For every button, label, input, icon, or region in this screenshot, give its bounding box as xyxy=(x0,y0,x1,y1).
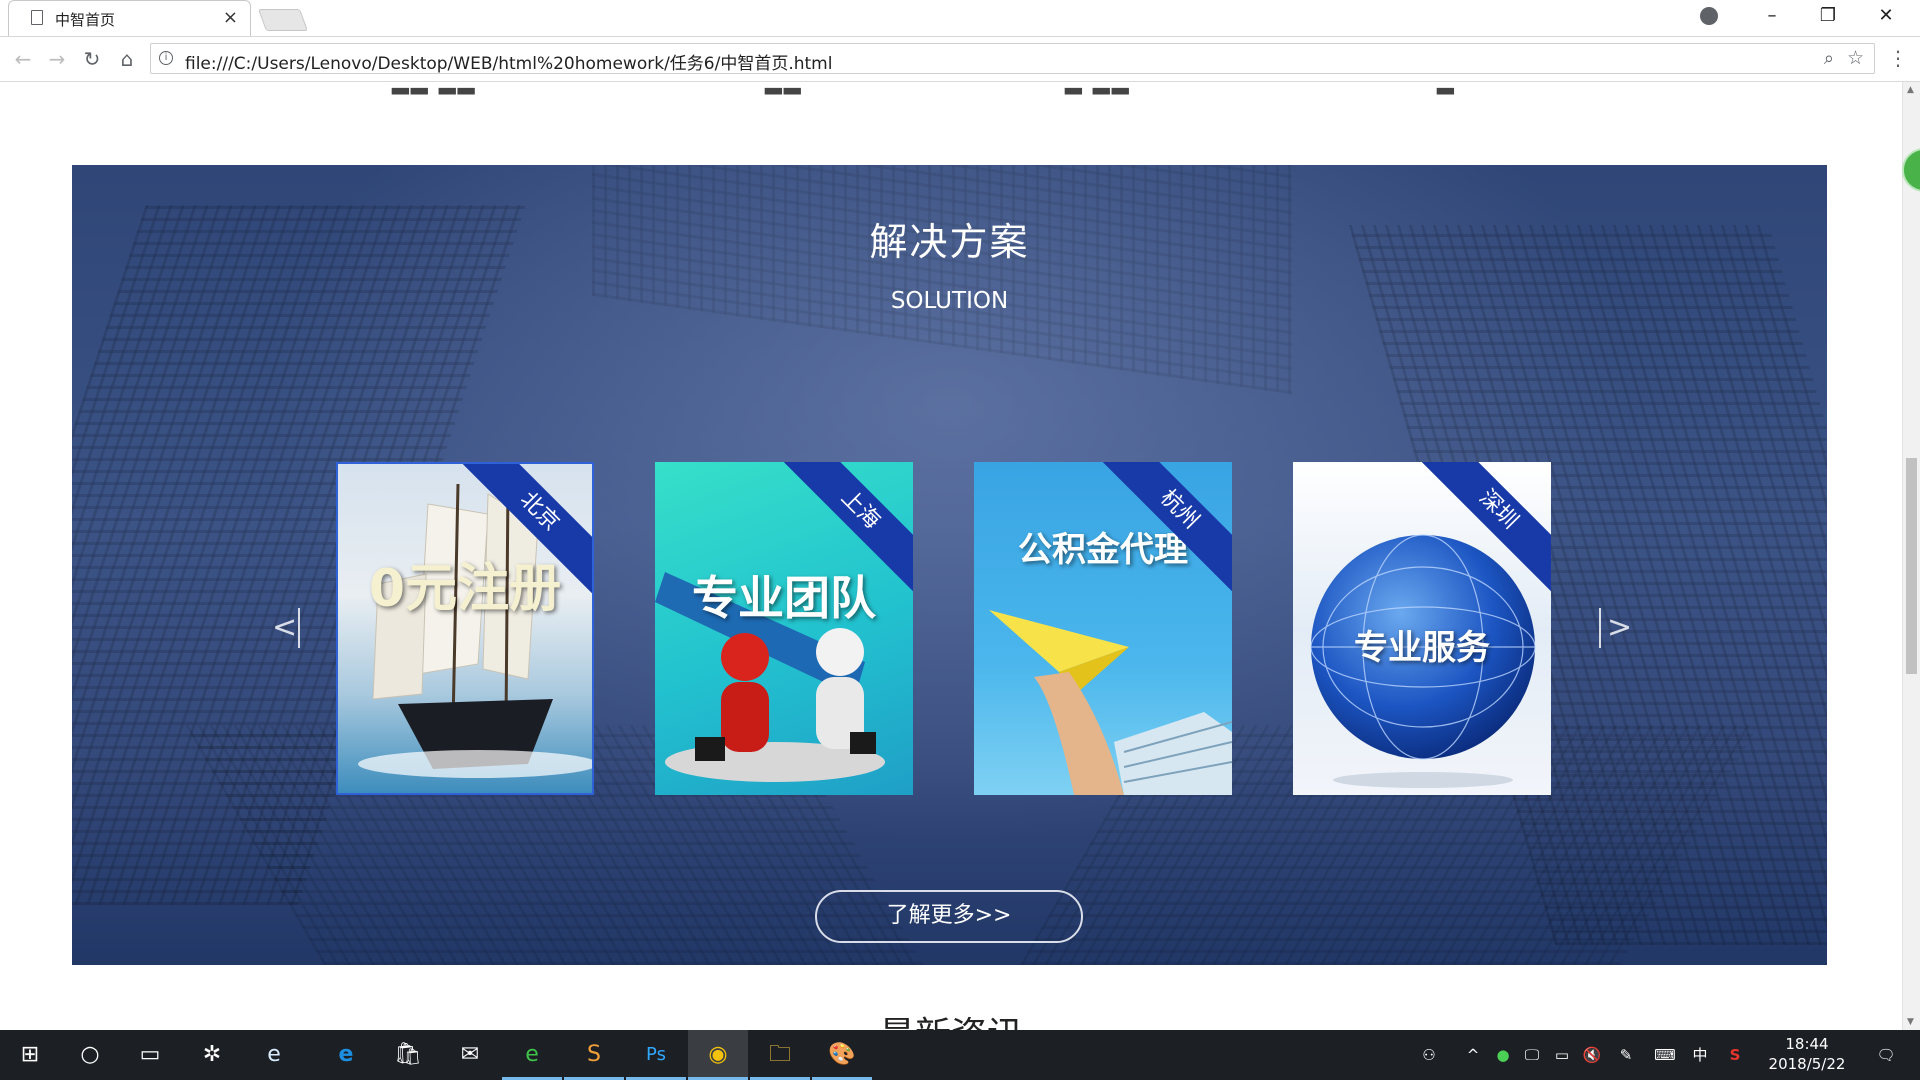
page-viewport: ▂▂ ▂▂ ▂▂ ▂ ▂▂ ▂ 解决方案 SOLUTION < > 0元注册 北… xyxy=(0,82,1902,1030)
chevron-right-icon: > xyxy=(1607,610,1633,645)
cut-off-text: ▂ xyxy=(1437,82,1456,95)
cut-off-text: ▂▂ ▂▂ xyxy=(392,82,477,95)
cut-off-text: ▂▂ xyxy=(765,82,803,95)
page-icon xyxy=(31,10,43,25)
cut-off-text: ▂ ▂▂ xyxy=(1065,82,1131,95)
solution-card-hangzhou[interactable]: 公积金代理 杭州 xyxy=(974,462,1232,795)
keyboard-icon[interactable]: ⌨ xyxy=(1648,1030,1682,1080)
zoom-icon[interactable]: ⌕ xyxy=(1824,48,1834,69)
store-icon[interactable]: 🛍 xyxy=(378,1030,438,1080)
home-icon[interactable]: ⌂ xyxy=(113,45,141,73)
back-icon[interactable]: ← xyxy=(9,45,37,73)
taskbar-clock[interactable]: 18:44 2018/5/22 xyxy=(1757,1034,1857,1074)
360-browser-icon[interactable]: e xyxy=(502,1030,562,1080)
battery-icon[interactable]: ▭ xyxy=(1548,1030,1576,1080)
windows-start-icon[interactable]: ⊞ xyxy=(0,1030,60,1080)
network-icon[interactable]: 🖵 xyxy=(1518,1030,1546,1080)
close-window-button[interactable]: ✕ xyxy=(1858,0,1914,34)
close-tab-icon[interactable]: × xyxy=(223,7,238,28)
solution-card-beijing[interactable]: 0元注册 北京 xyxy=(336,462,594,795)
solution-card-shenzhen[interactable]: 专业服务 深圳 xyxy=(1293,462,1551,795)
chevron-left-icon: < xyxy=(272,610,298,645)
fan-app-icon[interactable]: ✲ xyxy=(182,1030,242,1080)
chrome-icon[interactable]: ◉ xyxy=(688,1030,748,1080)
clock-date: 2018/5/22 xyxy=(1768,1055,1846,1073)
menu-icon[interactable]: ⋮ xyxy=(1888,46,1908,70)
solution-card-shanghai[interactable]: 专业团队 上海 xyxy=(655,462,913,795)
section-subtitle: SOLUTION xyxy=(890,288,1009,314)
scroll-down-icon[interactable]: ▼ xyxy=(1907,1017,1914,1027)
cortana-icon[interactable]: ○ xyxy=(60,1030,120,1080)
forward-icon[interactable]: → xyxy=(43,45,71,73)
browser-tab[interactable]: 中智首页 × xyxy=(8,0,251,36)
card-headline: 专业团队 xyxy=(692,571,876,625)
info-icon[interactable]: i xyxy=(159,51,173,65)
card-headline: 0元注册 xyxy=(368,559,562,619)
people-icon[interactable]: ⚇ xyxy=(1414,1030,1444,1080)
notification-icon[interactable]: 🗨 xyxy=(1866,1030,1906,1080)
tab-strip: 中智首页 × – ❐ ✕ xyxy=(0,0,1920,37)
address-bar[interactable]: i file:///C:/Users/Lenovo/Desktop/WEB/ht… xyxy=(150,43,1875,74)
sogou-icon[interactable]: S xyxy=(1722,1030,1748,1080)
page-scrollbar[interactable]: ▲ ▼ xyxy=(1902,82,1920,1030)
background-building xyxy=(592,165,1292,395)
bookmark-star-icon[interactable]: ☆ xyxy=(1847,47,1864,69)
carousel-prev-button[interactable]: < xyxy=(272,608,302,648)
reload-icon[interactable]: ↻ xyxy=(78,45,106,73)
sublime-text-icon[interactable]: S xyxy=(564,1030,624,1080)
volume-muted-icon[interactable]: 🔇 xyxy=(1578,1030,1606,1080)
mail-icon[interactable]: ✉ xyxy=(440,1030,500,1080)
pen-icon[interactable]: ✎ xyxy=(1612,1030,1640,1080)
paint-icon[interactable]: 🎨 xyxy=(812,1030,872,1080)
scrollbar-thumb[interactable] xyxy=(1906,458,1917,674)
file-explorer-icon[interactable]: 🗀 xyxy=(750,1030,810,1080)
learn-more-button[interactable]: 了解更多>> xyxy=(815,890,1083,943)
browser-toolbar: ← → ↻ ⌂ i file:///C:/Users/Lenovo/Deskto… xyxy=(0,37,1920,82)
card-headline: 专业服务 xyxy=(1354,628,1490,668)
tab-title: 中智首页 xyxy=(55,11,116,29)
task-view-icon[interactable]: ▭ xyxy=(120,1030,180,1080)
photoshop-icon[interactable]: Ps xyxy=(626,1030,686,1080)
account-icon[interactable] xyxy=(1700,7,1718,25)
next-section-title: 最新资讯 xyxy=(0,1006,1902,1030)
scroll-up-icon[interactable]: ▲ xyxy=(1907,85,1914,95)
360-tray-icon[interactable]: ● xyxy=(1490,1030,1516,1080)
section-title: 解决方案 xyxy=(869,220,1030,264)
divider xyxy=(298,608,300,648)
new-tab-button[interactable] xyxy=(257,9,309,31)
edge-icon[interactable]: e xyxy=(316,1030,376,1080)
restore-button[interactable]: ❐ xyxy=(1800,0,1856,34)
solution-section: 解决方案 SOLUTION < > 0元注册 北京 专业团队 上海 公积金代理 … xyxy=(72,165,1827,965)
internet-explorer-icon[interactable]: e xyxy=(244,1030,304,1080)
minimize-button[interactable]: – xyxy=(1744,0,1800,34)
divider xyxy=(1599,608,1601,648)
tray-expand-icon[interactable]: ^ xyxy=(1460,1030,1486,1080)
ime-indicator[interactable]: 中 xyxy=(1688,1030,1712,1080)
clock-time: 18:44 xyxy=(1785,1035,1829,1053)
carousel-next-button[interactable]: > xyxy=(1599,608,1633,648)
windows-taskbar: ⊞ ○ ▭ ✲ e e 🛍 ✉ e S Ps ◉ 🗀 🎨 ⚇ ^ ● 🖵 ▭ 🔇… xyxy=(0,1030,1920,1080)
url-text: file:///C:/Users/Lenovo/Desktop/WEB/html… xyxy=(185,54,833,74)
